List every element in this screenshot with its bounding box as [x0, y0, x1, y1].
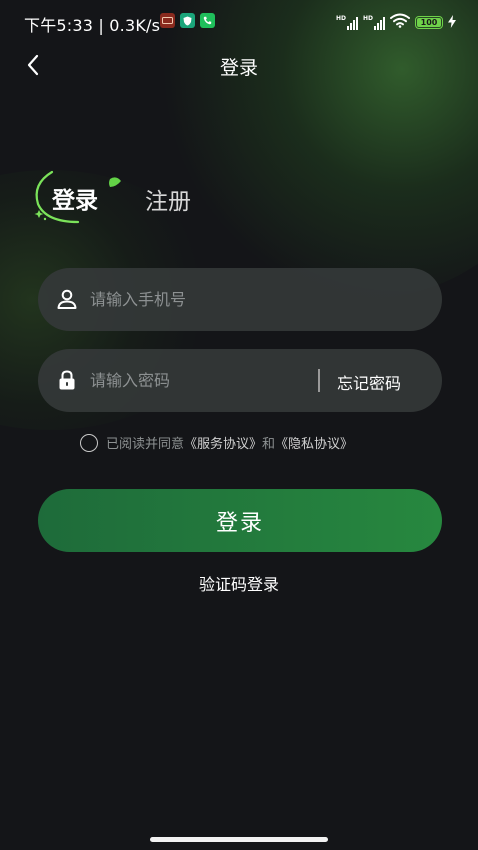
page-title: 登录	[219, 57, 258, 79]
forgot-password-link[interactable]: 忘记密码	[337, 370, 401, 394]
service-agreement-link[interactable]: 《服务协议》	[184, 433, 262, 452]
phone-input[interactable]	[90, 268, 340, 331]
signal-icon: HD	[363, 15, 385, 31]
home-indicator[interactable]	[150, 837, 328, 842]
charging-icon	[448, 14, 456, 31]
lock-icon	[59, 370, 75, 390]
battery-icon: 100	[415, 16, 443, 29]
navigation-bar: 登录	[0, 44, 478, 86]
network-type-label: HD	[336, 14, 347, 22]
status-time: 下午5:33 | 0.3K/s	[24, 16, 161, 35]
system-icons: HD HD 100	[336, 13, 456, 32]
login-button[interactable]: 登录	[38, 489, 442, 552]
status-bar: 下午5:33 | 0.3K/s HD HD 100	[0, 0, 478, 44]
shield-app-icon	[180, 13, 195, 28]
network-type-label: HD	[363, 14, 374, 22]
privacy-agreement-link[interactable]: 《隐私协议》	[275, 433, 353, 452]
password-input[interactable]	[90, 349, 340, 412]
tab-login[interactable]: 登录	[52, 181, 98, 215]
password-field: 忘记密码	[38, 349, 442, 412]
battery-level-text: 100	[420, 18, 438, 27]
app-notification-icon	[160, 13, 175, 28]
login-screen: 下午5:33 | 0.3K/s HD HD 100 登录 登录 注册 请输入手机…	[0, 0, 478, 850]
signal-icon: HD	[336, 15, 358, 31]
field-divider	[318, 369, 320, 392]
phone-app-icon	[200, 13, 215, 28]
phone-field	[38, 268, 442, 331]
sms-login-link[interactable]: 验证码登录	[0, 571, 478, 595]
agreement-row: 已阅读并同意 《服务协议》 和 《隐私协议》	[80, 433, 353, 452]
notification-icons	[160, 13, 215, 28]
agreement-conjunction: 和	[262, 437, 276, 452]
user-icon	[57, 289, 77, 309]
tab-register[interactable]: 注册	[145, 182, 191, 216]
agreement-prefix: 已阅读并同意	[106, 437, 185, 452]
wifi-icon	[390, 13, 410, 32]
agreement-checkbox[interactable]	[80, 433, 98, 452]
